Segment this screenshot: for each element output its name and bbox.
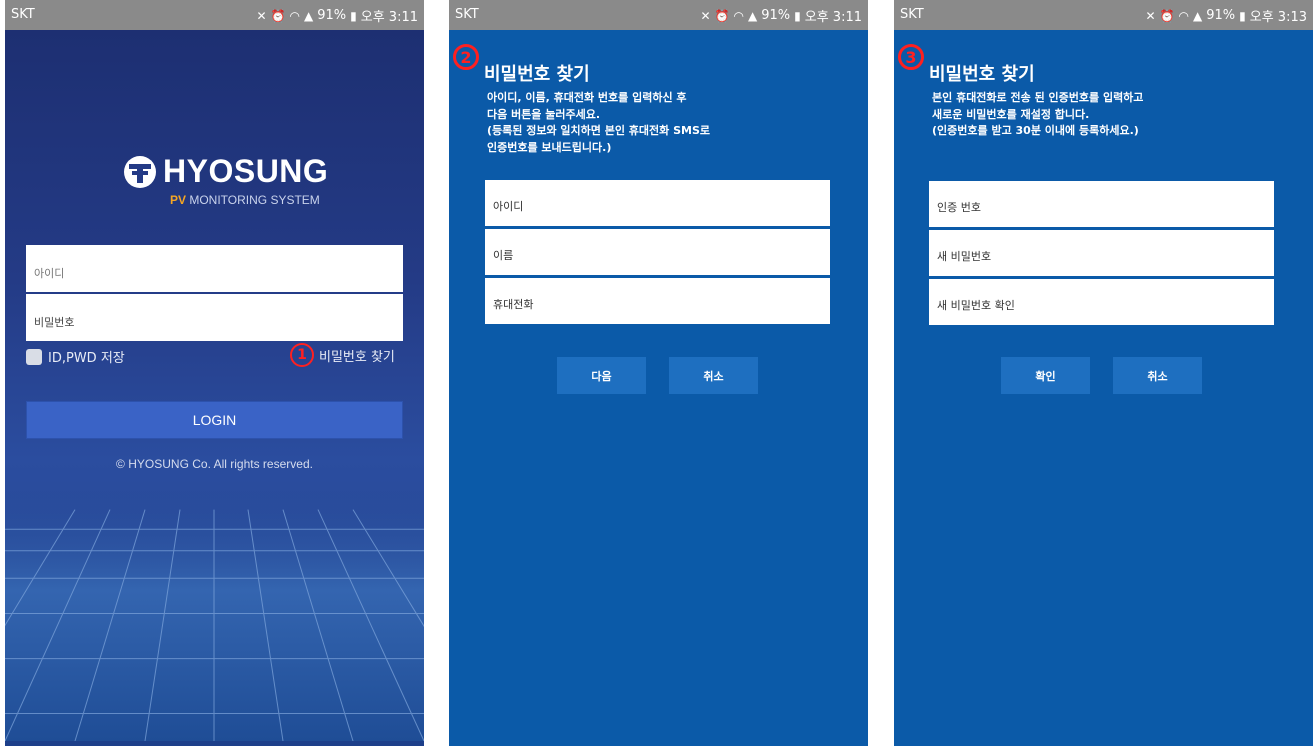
form-background: 3 비밀번호 찾기 본인 휴대전화로 전송 된 인증번호를 입력하고 새로운 비…	[894, 30, 1313, 746]
logo-wordmark: HYOSUNG	[163, 153, 329, 189]
name-field[interactable]: 이름	[485, 229, 830, 275]
hyosung-logo: HYOSUNG PV MONITORING SYSTEM	[123, 153, 328, 215]
battery-percent: 91%	[1206, 8, 1236, 23]
instruction-line: 다음 버튼을 눌러주세요.	[487, 107, 601, 121]
page-title: 비밀번호 찾기	[929, 64, 1035, 85]
logo-subtitle: PV MONITORING SYSTEM	[170, 193, 320, 207]
instructions: 아이디, 이름, 휴대전화 번호를 입력하신 후 다음 버튼을 눌러주세요. (…	[487, 90, 710, 156]
step-marker: 1	[290, 343, 314, 367]
phone-field[interactable]: 휴대전화	[485, 278, 830, 324]
find-password-link[interactable]: 1 비밀번호 찾기	[290, 343, 395, 367]
battery-icon: ▮	[350, 8, 357, 23]
next-button[interactable]: 다음	[557, 357, 646, 394]
status-time: 오후 3:13	[1249, 10, 1307, 25]
alarm-icon: ⏰	[1159, 8, 1175, 23]
instruction-line: (등록된 정보와 일치하면 본인 휴대전화 SMS로	[487, 124, 711, 137]
confirm-password-field[interactable]: 새 비밀번호 확인	[929, 279, 1274, 325]
id-field[interactable]: 아이디	[485, 180, 830, 226]
vibrate-icon: ✕	[1145, 8, 1156, 23]
confirm-button[interactable]: 확인	[1001, 357, 1090, 394]
save-checkbox[interactable]	[26, 348, 42, 365]
alarm-icon: ⏰	[270, 8, 286, 23]
save-credentials-label: ID,PWD 저장	[48, 351, 125, 366]
login-background: HYOSUNG PV MONITORING SYSTEM 아이디 비밀번호 ID…	[5, 30, 424, 746]
id-input[interactable]: 아이디	[26, 245, 403, 292]
instruction-line: 새로운 비밀번호를 재설정 합니다.	[932, 107, 1090, 121]
signal-icon: ▲	[1193, 8, 1203, 23]
instructions: 본인 휴대전화로 전송 된 인증번호를 입력하고 새로운 비밀번호를 재설정 합…	[932, 90, 1143, 140]
carrier-label: SKT	[11, 7, 35, 22]
instruction-line: 본인 휴대전화로 전송 된 인증번호를 입력하고	[932, 91, 1144, 104]
password-input[interactable]: 비밀번호	[26, 294, 403, 341]
battery-percent: 91%	[317, 8, 347, 23]
save-credentials-row[interactable]: ID,PWD 저장	[26, 347, 125, 366]
battery-icon: ▮	[1239, 8, 1246, 23]
find-password-screen: SKT ✕ ⏰ ◠ ▲ 91% ▮ 오후 3:11 2 비밀번호 찾기 아이디,…	[449, 0, 868, 746]
copyright-text: © HYOSUNG Co. All rights reserved.	[116, 457, 313, 471]
alarm-icon: ⏰	[714, 8, 730, 23]
wifi-icon: ◠	[289, 8, 300, 23]
carrier-label: SKT	[455, 7, 479, 22]
login-screen: SKT ✕ ⏰ ◠ ▲ 91% ▮ 오후 3:11 HYOSUNG PV MON…	[5, 0, 424, 746]
instruction-line: 인증번호를 보내드립니다.)	[487, 140, 612, 154]
signal-icon: ▲	[748, 8, 758, 23]
status-time: 오후 3:11	[360, 10, 418, 25]
instruction-line: 아이디, 이름, 휴대전화 번호를 입력하신 후	[487, 91, 687, 104]
reset-password-screen: SKT ✕ ⏰ ◠ ▲ 91% ▮ 오후 3:13 3 비밀번호 찾기 본인 휴…	[894, 0, 1313, 746]
hyosung-logo-icon	[124, 156, 156, 188]
auth-code-field[interactable]: 인증 번호	[929, 181, 1274, 227]
signal-icon: ▲	[304, 8, 314, 23]
new-password-field[interactable]: 새 비밀번호	[929, 230, 1274, 276]
vibrate-icon: ✕	[700, 8, 711, 23]
battery-percent: 91%	[761, 8, 791, 23]
wifi-icon: ◠	[1178, 8, 1189, 23]
page-title: 비밀번호 찾기	[484, 64, 590, 85]
step-marker: 3	[898, 44, 924, 70]
status-bar: SKT ✕ ⏰ ◠ ▲ 91% ▮ 오후 3:11	[449, 0, 868, 30]
status-icons: ✕ ⏰ ◠ ▲ 91% ▮ 오후 3:13	[1146, 6, 1308, 25]
battery-icon: ▮	[794, 8, 801, 23]
cancel-button[interactable]: 취소	[1113, 357, 1202, 394]
step-marker: 2	[453, 44, 479, 70]
cancel-button[interactable]: 취소	[669, 357, 758, 394]
wifi-icon: ◠	[733, 8, 744, 23]
find-password-label: 비밀번호 찾기	[319, 349, 395, 365]
status-bar: SKT ✕ ⏰ ◠ ▲ 91% ▮ 오후 3:11	[5, 0, 424, 30]
status-bar: SKT ✕ ⏰ ◠ ▲ 91% ▮ 오후 3:13	[894, 0, 1313, 30]
instruction-line: (인증번호를 받고 30분 이내에 등록하세요.)	[932, 124, 1139, 137]
status-time: 오후 3:11	[804, 10, 862, 25]
login-button[interactable]: LOGIN	[26, 401, 403, 439]
carrier-label: SKT	[900, 7, 924, 22]
status-icons: ✕ ⏰ ◠ ▲ 91% ▮ 오후 3:11	[257, 6, 419, 25]
status-icons: ✕ ⏰ ◠ ▲ 91% ▮ 오후 3:11	[701, 6, 863, 25]
solar-panel-graphic	[5, 490, 424, 741]
form-background: 2 비밀번호 찾기 아이디, 이름, 휴대전화 번호를 입력하신 후 다음 버튼…	[449, 30, 868, 746]
vibrate-icon: ✕	[256, 8, 267, 23]
